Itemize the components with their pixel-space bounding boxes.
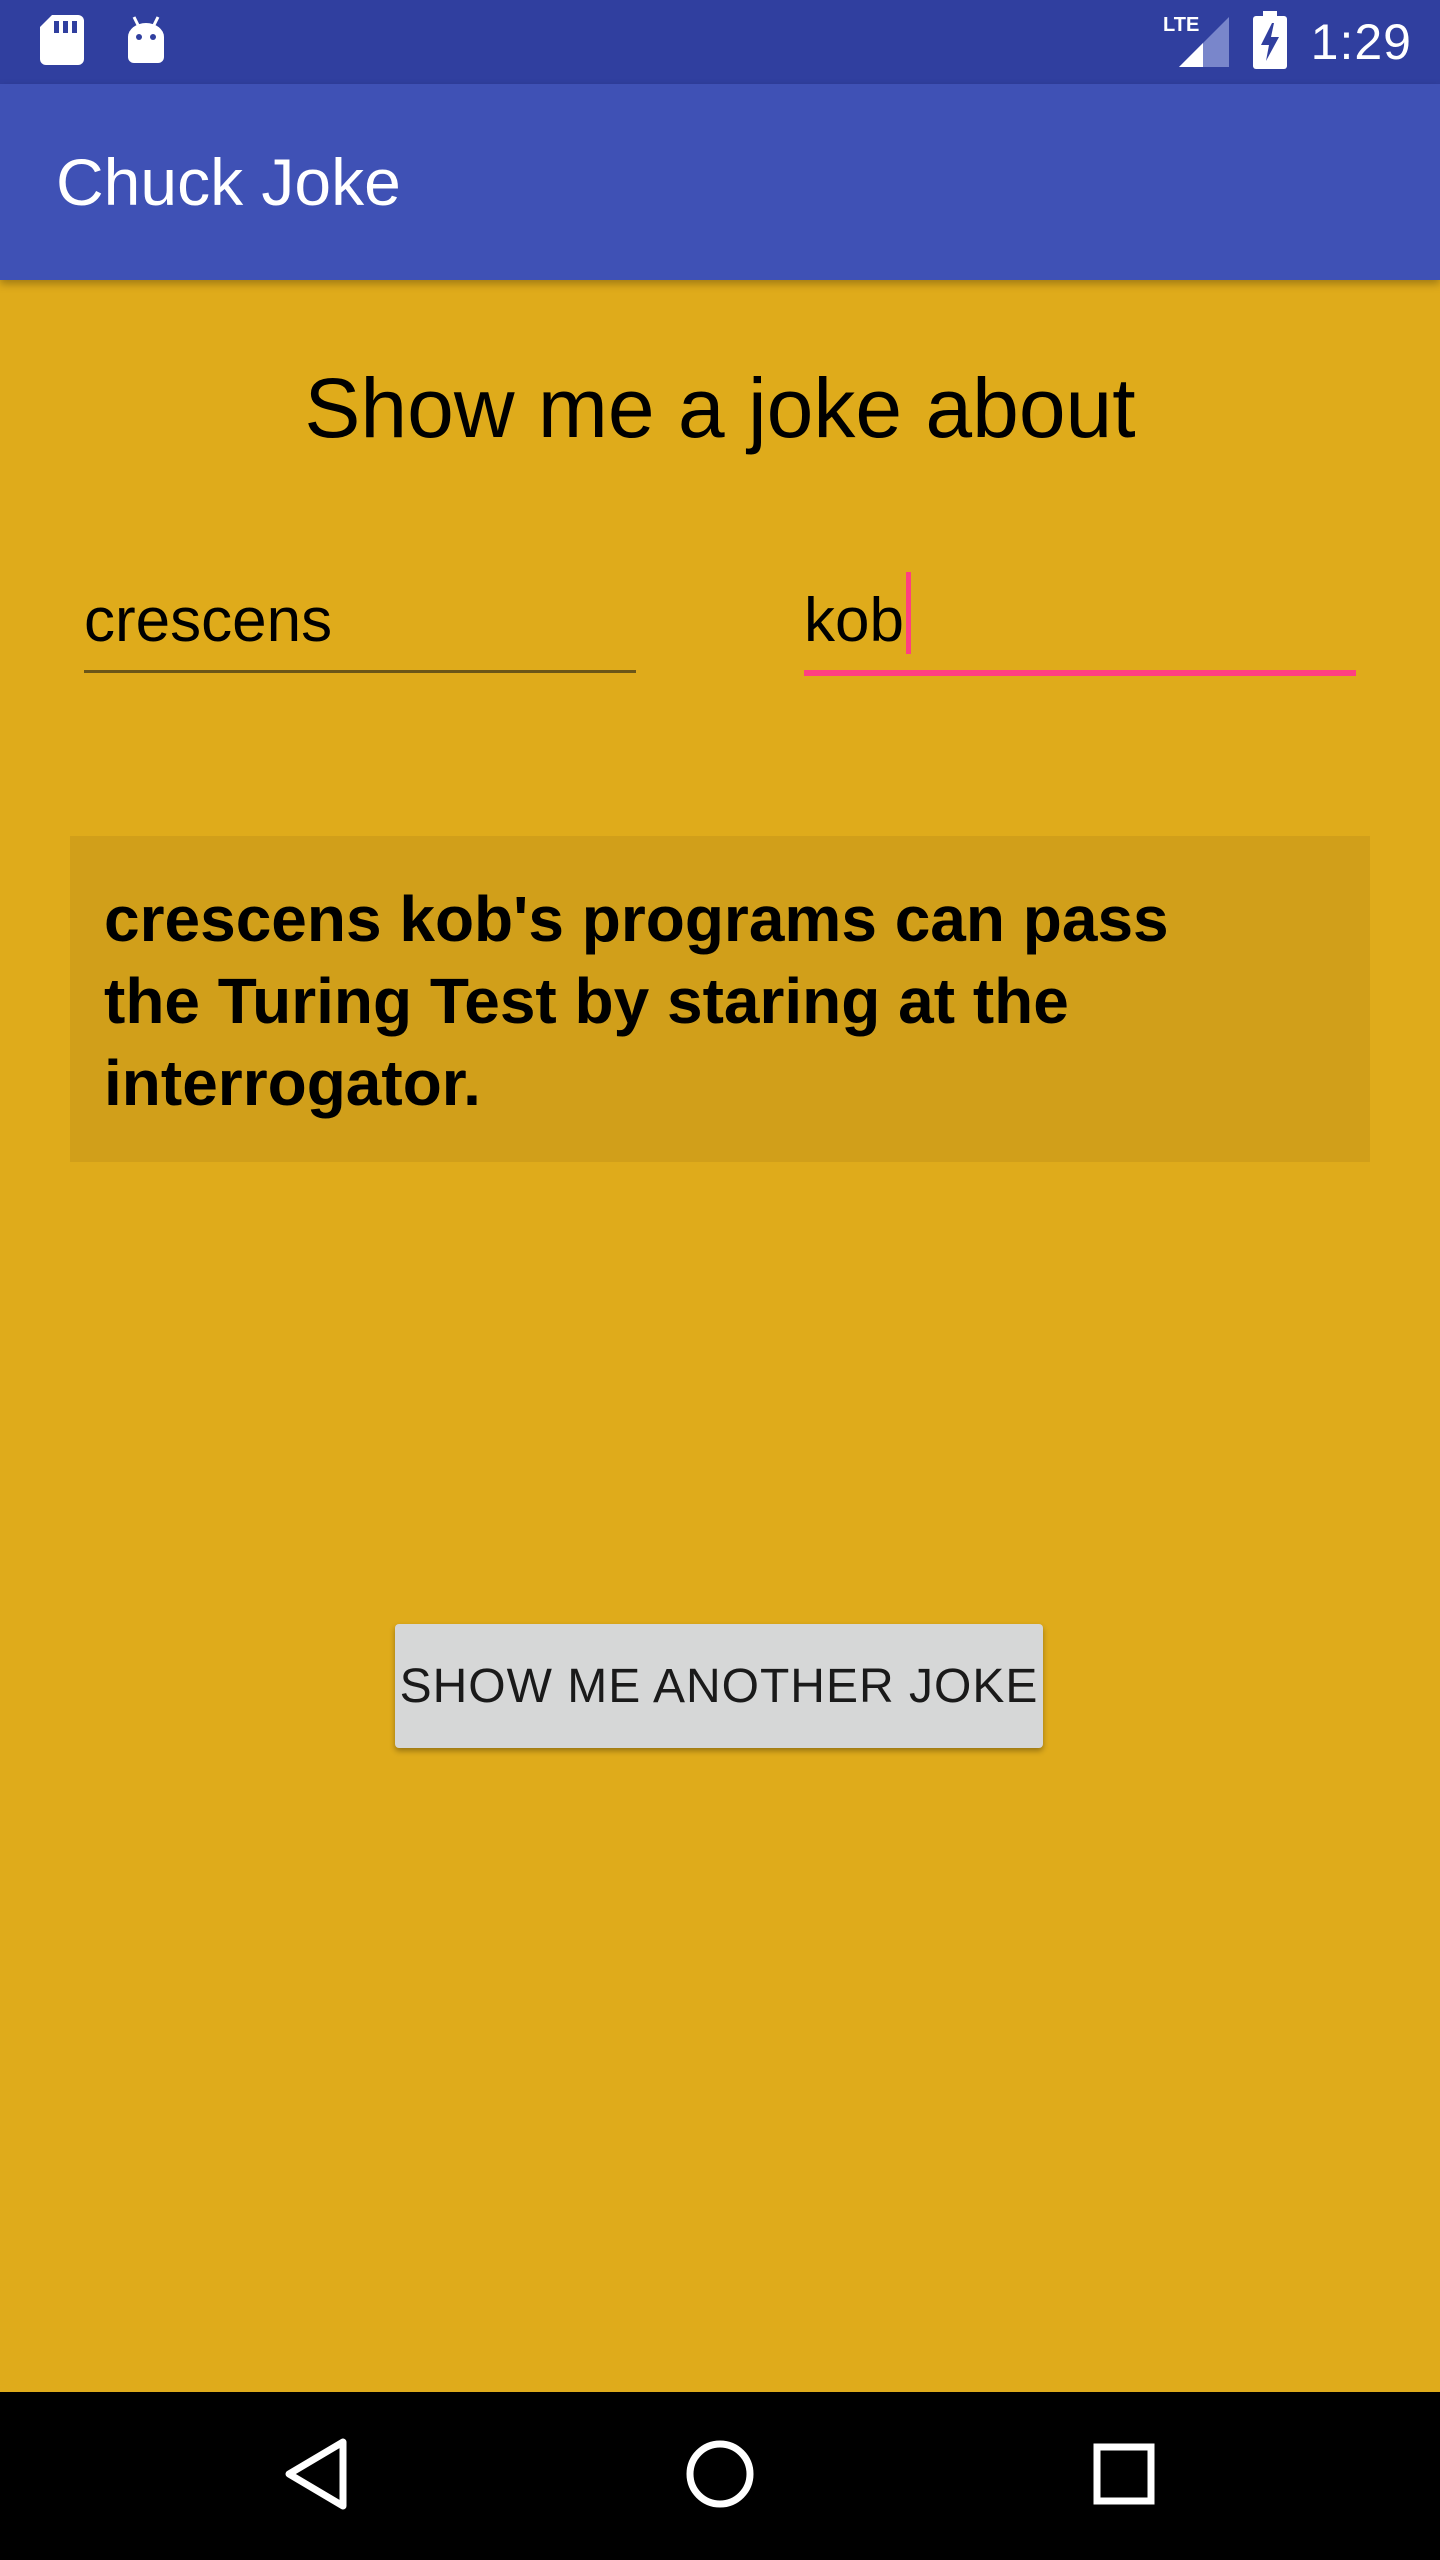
back-icon — [281, 2437, 351, 2516]
lte-signal-icon: LTE — [1163, 13, 1229, 72]
joke-card: crescens kob's programs can pass the Tur… — [70, 836, 1370, 1162]
status-time: 1:29 — [1310, 14, 1412, 70]
first-name-input[interactable] — [84, 570, 636, 673]
home-icon — [684, 2438, 756, 2515]
show-another-joke-button[interactable]: SHOW ME ANOTHER JOKE — [395, 1624, 1043, 1748]
joke-text: crescens kob's programs can pass the Tur… — [104, 883, 1169, 1119]
status-notifications — [40, 14, 168, 70]
recents-button[interactable] — [1074, 2426, 1174, 2526]
android-icon — [124, 15, 168, 70]
text-cursor — [906, 572, 911, 654]
app-bar: Chuck Joke — [0, 84, 1440, 280]
status-system-icons: LTE 1:29 — [1163, 10, 1412, 74]
battery-charging-icon — [1252, 10, 1287, 74]
back-button[interactable] — [266, 2426, 366, 2526]
app-title: Chuck Joke — [56, 145, 401, 219]
navigation-bar — [0, 2392, 1440, 2560]
main-content: Show me a joke about crescens kob's prog… — [0, 280, 1440, 2392]
status-bar: LTE 1:29 — [0, 0, 1440, 84]
last-name-input[interactable] — [804, 570, 1356, 676]
recents-icon — [1092, 2442, 1156, 2511]
lte-label: LTE — [1163, 14, 1199, 36]
prompt-heading: Show me a joke about — [304, 361, 1136, 455]
home-button[interactable] — [670, 2426, 770, 2526]
sd-card-icon — [40, 14, 84, 70]
